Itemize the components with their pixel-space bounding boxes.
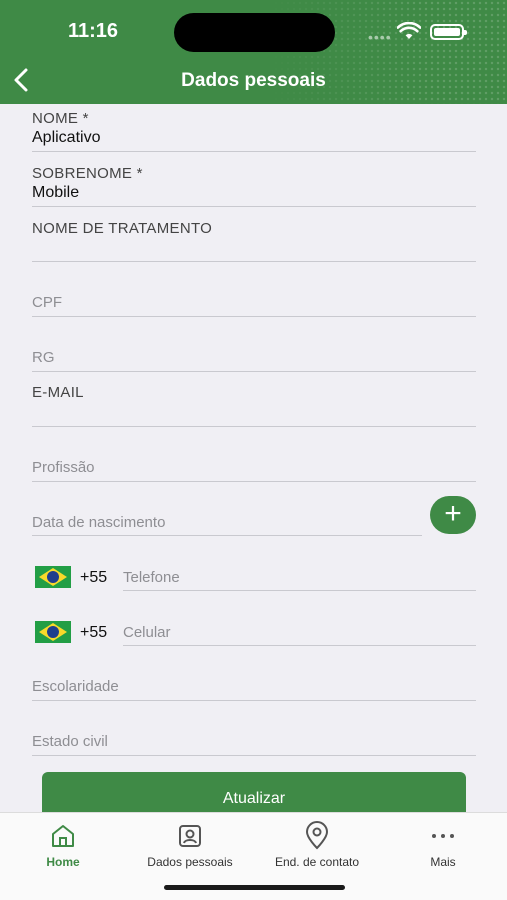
rg-placeholder: RG <box>32 349 55 366</box>
tab-end-contato-label: End. de contato <box>274 855 360 869</box>
brazil-flag-icon[interactable] <box>35 566 71 588</box>
dynamic-island <box>174 13 335 52</box>
sobrenome-label: SOBRENOME * <box>32 165 143 182</box>
tab-dados-pessoais[interactable]: Dados pessoais <box>127 821 253 869</box>
rg-field[interactable]: RG <box>32 327 476 372</box>
escolaridade-field[interactable]: Escolaridade <box>32 656 476 701</box>
app-header: 11:16 •••• Dados pessoais <box>0 0 507 104</box>
tab-home-label: Home <box>46 855 80 869</box>
profissao-field[interactable]: Profissão <box>32 437 476 482</box>
celular-country-code[interactable]: +55 <box>80 624 107 642</box>
nome-tratamento-label: NOME DE TRATAMENTO <box>32 220 213 237</box>
nome-tratamento-field[interactable]: NOME DE TRATAMENTO <box>32 218 476 262</box>
telefone-field[interactable]: Telefone <box>123 555 476 591</box>
nome-value[interactable]: Aplicativo <box>32 129 100 147</box>
email-field[interactable]: E-MAIL <box>32 382 476 427</box>
data-nascimento-field[interactable]: Data de nascimento <box>32 492 422 536</box>
id-card-icon <box>127 821 253 851</box>
sobrenome-field[interactable]: SOBRENOME * Mobile <box>32 163 476 207</box>
profissao-placeholder: Profissão <box>32 459 95 476</box>
page-title: Dados pessoais <box>181 70 326 91</box>
brazil-flag-icon[interactable] <box>35 621 71 643</box>
tab-end-contato[interactable]: End. de contato <box>254 821 380 869</box>
battery-icon <box>430 24 467 40</box>
add-button[interactable]: + <box>430 496 476 534</box>
nome-field[interactable]: NOME * Aplicativo <box>32 108 476 152</box>
data-nascimento-placeholder: Data de nascimento <box>32 514 166 531</box>
home-indicator[interactable] <box>164 885 345 890</box>
wifi-icon <box>397 22 421 39</box>
home-icon <box>0 821 126 851</box>
tab-mais[interactable]: Mais <box>380 821 506 869</box>
celular-placeholder: Celular <box>123 624 171 641</box>
email-label: E-MAIL <box>32 384 84 401</box>
cpf-field[interactable]: CPF <box>32 272 476 317</box>
telefone-country-code[interactable]: +55 <box>80 569 107 587</box>
sobrenome-value[interactable]: Mobile <box>32 184 79 202</box>
escolaridade-placeholder: Escolaridade <box>32 678 119 695</box>
tab-mais-label: Mais <box>430 855 456 869</box>
more-dots-icon <box>380 821 506 851</box>
signal-icon: •••• <box>368 29 392 45</box>
telefone-placeholder: Telefone <box>123 569 180 586</box>
tab-home[interactable]: Home <box>0 821 126 869</box>
estado-civil-field[interactable]: Estado civil <box>32 711 476 756</box>
nome-label: NOME * <box>32 110 89 127</box>
tab-dados-pessoais-label: Dados pessoais <box>147 855 233 869</box>
estado-civil-placeholder: Estado civil <box>32 733 108 750</box>
location-pin-icon <box>254 821 380 851</box>
status-time: 11:16 <box>68 20 119 42</box>
celular-field[interactable]: Celular <box>123 610 476 646</box>
cpf-placeholder: CPF <box>32 294 62 311</box>
